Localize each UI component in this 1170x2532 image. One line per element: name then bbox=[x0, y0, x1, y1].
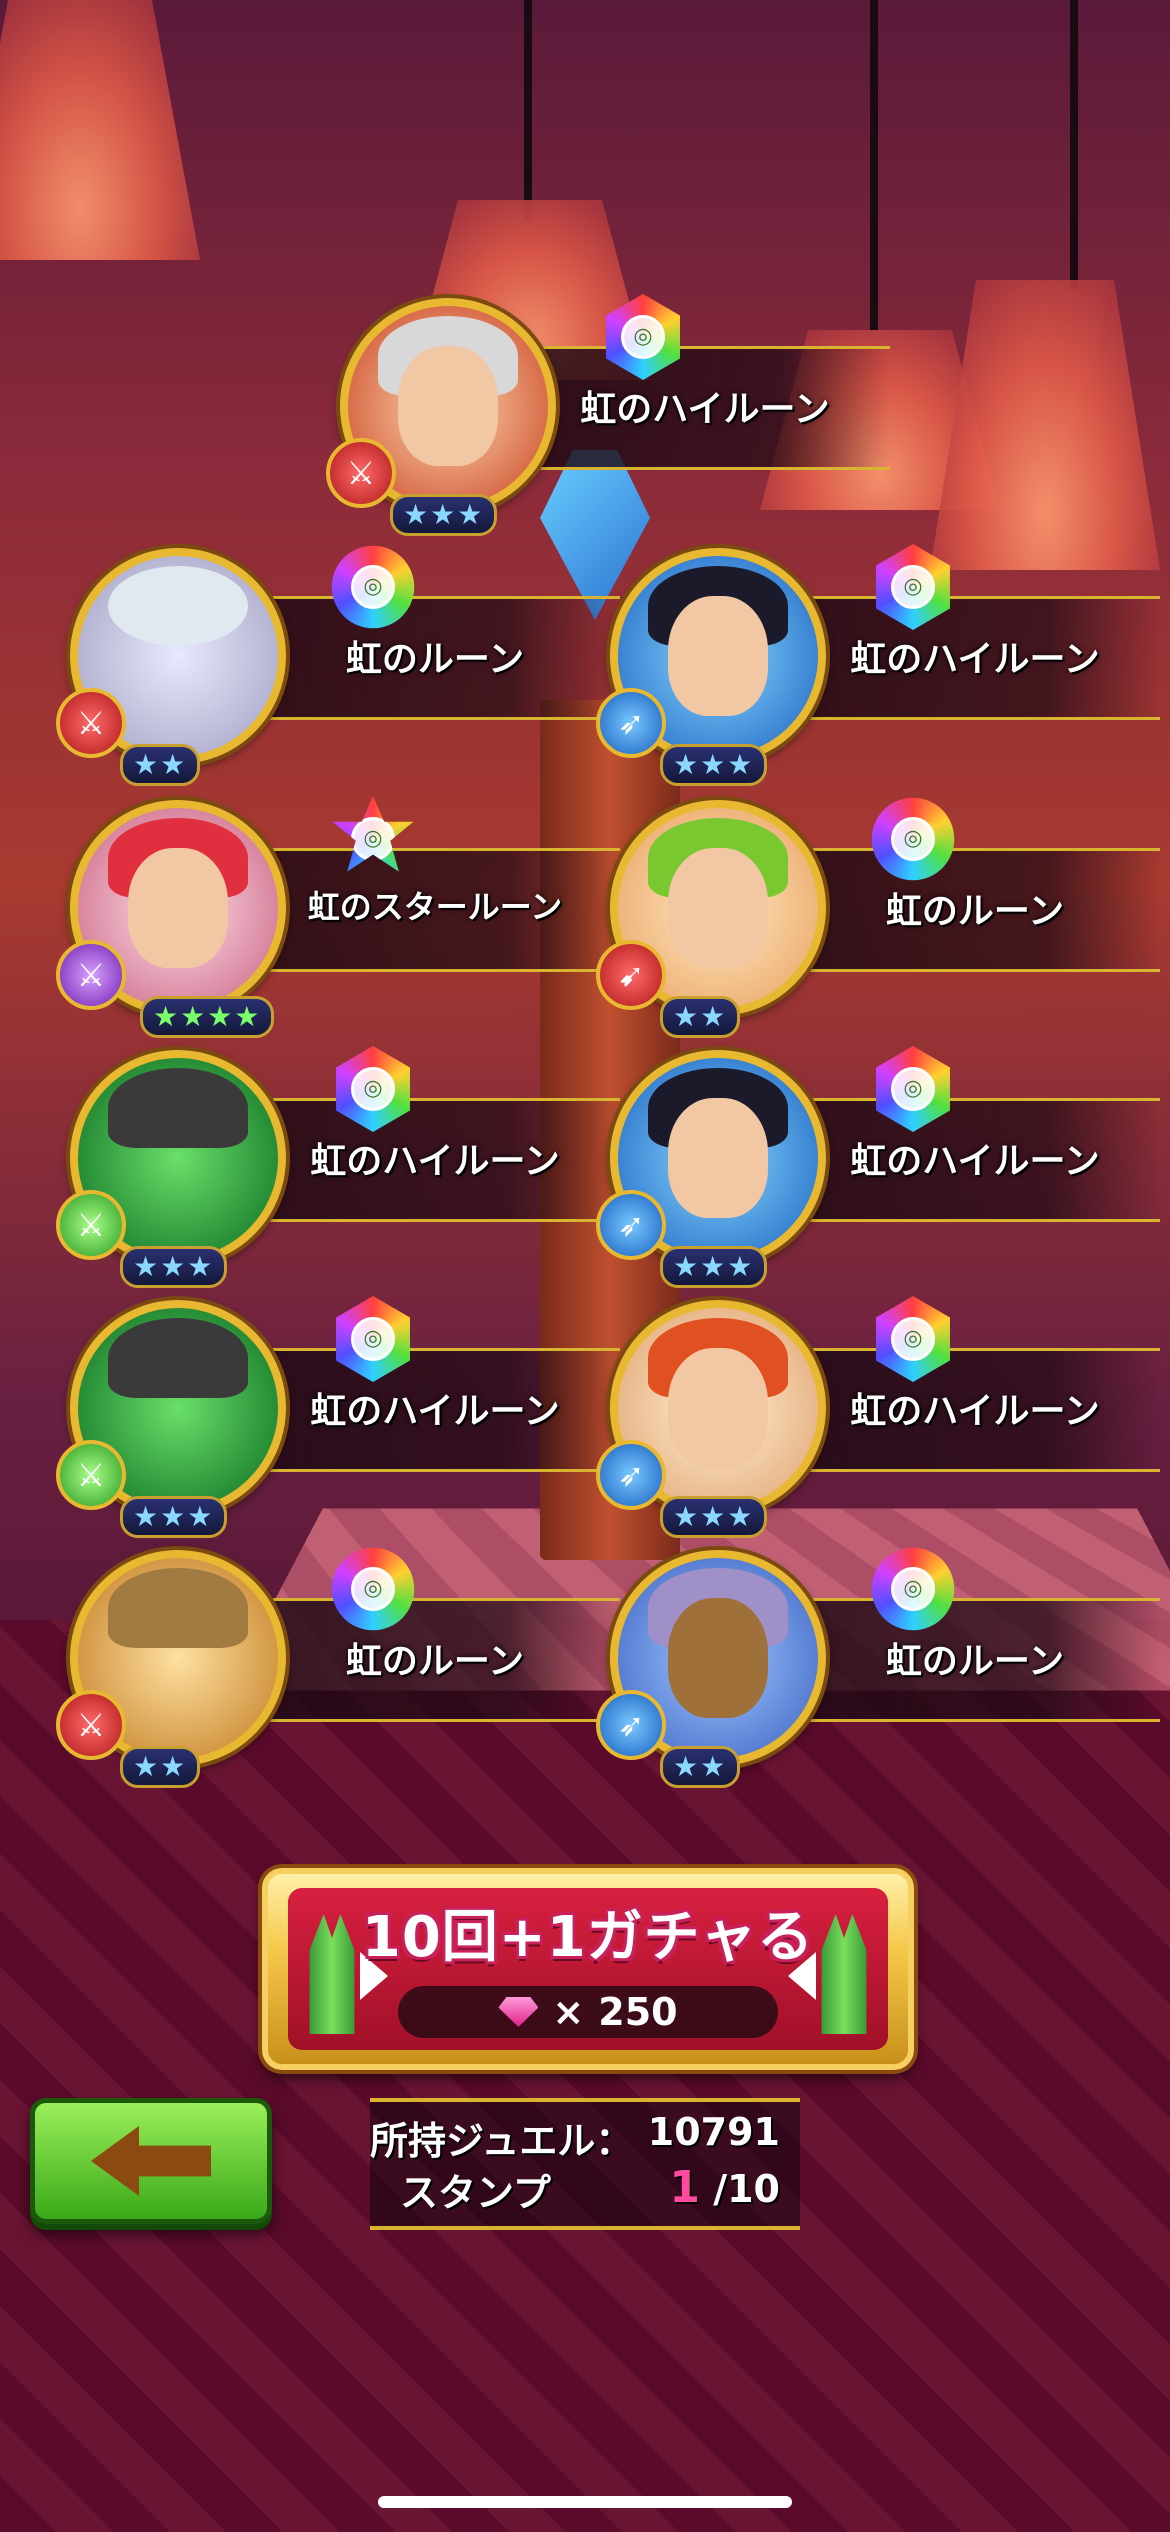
spear-attribute-icon: ➶ bbox=[596, 1690, 666, 1760]
cost-value: 250 bbox=[598, 1990, 678, 2034]
rune-name: 虹のハイルーン bbox=[310, 1391, 560, 1432]
stamp-total: /10 bbox=[713, 2167, 780, 2211]
rarity-stars: ★★★ bbox=[120, 1496, 228, 1538]
reward-card[interactable]: ➶ ★★ ◎ 虹のルーン bbox=[596, 1547, 1160, 1790]
cost-multiplier: × bbox=[552, 1990, 585, 2034]
cat-head bbox=[108, 1568, 248, 1648]
reward-card[interactable]: ⚔ ★★★ ◎ 虹のハイルーン bbox=[56, 1296, 620, 1540]
wallet-panel: 所持ジュエル： 10791 スタンプ 1 /10 bbox=[370, 2098, 800, 2230]
wolf-head bbox=[108, 1318, 248, 1398]
reward-card[interactable]: ⚔ ★★★ ◎ 虹のハイルーン bbox=[56, 1046, 620, 1290]
rune-emblem-icon: ◎ bbox=[351, 565, 395, 609]
rune-emblem-icon: ◎ bbox=[891, 1067, 935, 1111]
rarity-stars: ★★ bbox=[660, 996, 741, 1038]
rarity-stars: ★★★★ bbox=[140, 996, 275, 1038]
home-indicator[interactable] bbox=[378, 2496, 792, 2508]
rarity-stars: ★★★ bbox=[660, 744, 768, 786]
rune-name: 虹のハイルーン bbox=[580, 389, 830, 430]
spear-attribute-icon: ➶ bbox=[596, 1190, 666, 1260]
reward-card[interactable]: ⚔ ★★★ ◎ 虹のハイルーン bbox=[326, 294, 890, 538]
rune-name: 虹のスタールーン bbox=[307, 888, 563, 926]
reward-card[interactable]: ➶ ★★★ ◎ 虹のハイルーン bbox=[596, 1296, 1160, 1540]
rune-name: 虹のルーン bbox=[345, 1641, 525, 1682]
gacha-title: 10回+1ガチャる bbox=[361, 1905, 815, 1970]
rune-emblem-icon: ◎ bbox=[891, 817, 935, 861]
rune-emblem-icon: ◎ bbox=[891, 1567, 935, 1611]
reward-card[interactable]: ➹ ★★ ◎ 虹のルーン bbox=[596, 797, 1160, 1040]
character-helmet bbox=[108, 566, 248, 646]
lamp-cord bbox=[870, 0, 878, 330]
sword-attribute-icon: ⚔ bbox=[56, 688, 126, 758]
spear-attribute-icon: ➶ bbox=[596, 1440, 666, 1510]
sword-attribute-icon: ⚔ bbox=[56, 940, 126, 1010]
rarity-stars: ★★★ bbox=[660, 1246, 768, 1288]
rarity-stars: ★★ bbox=[120, 1746, 201, 1788]
rune-emblem-icon: ◎ bbox=[351, 1567, 395, 1611]
character-face bbox=[668, 1348, 768, 1468]
rune-emblem-icon: ◎ bbox=[891, 1317, 935, 1361]
jewel-row: 所持ジュエル： 10791 bbox=[370, 2110, 780, 2165]
lamp-shade bbox=[0, 0, 200, 260]
rune-name: 虹のルーン bbox=[885, 1641, 1065, 1682]
gacha-cost: × 250 bbox=[398, 1986, 778, 2038]
jewel-label: 所持ジュエル： bbox=[370, 2119, 634, 2163]
character-face bbox=[668, 848, 768, 968]
rarity-stars: ★★ bbox=[660, 1746, 741, 1788]
stamp-row: スタンプ 1 /10 bbox=[400, 2162, 780, 2217]
lamp-cord bbox=[1070, 0, 1078, 290]
rune-name: 虹のハイルーン bbox=[310, 1141, 560, 1182]
rune-emblem-icon: ◎ bbox=[621, 315, 665, 359]
reward-card[interactable]: ➶ ★★★ ◎ 虹のハイルーン bbox=[596, 1046, 1160, 1290]
bow-attribute-icon: ➹ bbox=[596, 940, 666, 1010]
lamp-cord bbox=[524, 0, 532, 220]
rune-name: 虹のハイルーン bbox=[850, 1391, 1100, 1432]
back-arrow-icon bbox=[91, 2126, 211, 2196]
rarity-stars: ★★★ bbox=[120, 1246, 228, 1288]
rune-emblem-icon: ◎ bbox=[891, 565, 935, 609]
rune-emblem-icon: ◎ bbox=[351, 817, 395, 861]
lamp-shade bbox=[930, 280, 1160, 570]
jewel-value: 10791 bbox=[647, 2110, 780, 2154]
sword-attribute-icon: ⚔ bbox=[56, 1190, 126, 1260]
character-face bbox=[668, 596, 768, 716]
sword-attribute-icon: ⚔ bbox=[56, 1440, 126, 1510]
stamp-label: スタンプ bbox=[400, 2171, 551, 2215]
rune-name: 虹のルーン bbox=[885, 891, 1065, 932]
gacha-10-plus-1-button[interactable]: 10回+1ガチャる × 250 bbox=[262, 1868, 914, 2070]
rune-name: 虹のハイルーン bbox=[850, 1141, 1100, 1182]
sword-attribute-icon: ⚔ bbox=[326, 438, 396, 508]
rune-emblem-icon: ◎ bbox=[351, 1317, 395, 1361]
rarity-stars: ★★ bbox=[120, 744, 201, 786]
spear-attribute-icon: ➶ bbox=[596, 688, 666, 758]
reward-card[interactable]: ⚔ ★★★★ ◎ 虹のスタールーン bbox=[56, 796, 620, 1040]
rune-emblem-icon: ◎ bbox=[351, 1067, 395, 1111]
reward-card[interactable]: ➶ ★★★ ◎ 虹のハイルーン bbox=[596, 544, 1160, 788]
character-face bbox=[398, 346, 498, 466]
character-face bbox=[668, 1098, 768, 1218]
rarity-stars: ★★★ bbox=[660, 1496, 768, 1538]
stamp-current: 1 bbox=[669, 2162, 700, 2213]
stamp-value: 1 /10 bbox=[669, 2162, 780, 2213]
back-button[interactable] bbox=[30, 2098, 272, 2224]
jewel-icon bbox=[498, 1997, 539, 2027]
character-face bbox=[128, 848, 228, 968]
reward-card[interactable]: ⚔ ★★ ◎ 虹のルーン bbox=[56, 1547, 620, 1790]
rarity-stars: ★★★ bbox=[390, 494, 498, 536]
rune-name: 虹のルーン bbox=[345, 639, 525, 680]
character-face bbox=[668, 1598, 768, 1718]
sword-attribute-icon: ⚔ bbox=[56, 1690, 126, 1760]
wolf-head bbox=[108, 1068, 248, 1148]
reward-card[interactable]: ⚔ ★★ ◎ 虹のルーン bbox=[56, 545, 620, 788]
rune-name: 虹のハイルーン bbox=[850, 639, 1100, 680]
